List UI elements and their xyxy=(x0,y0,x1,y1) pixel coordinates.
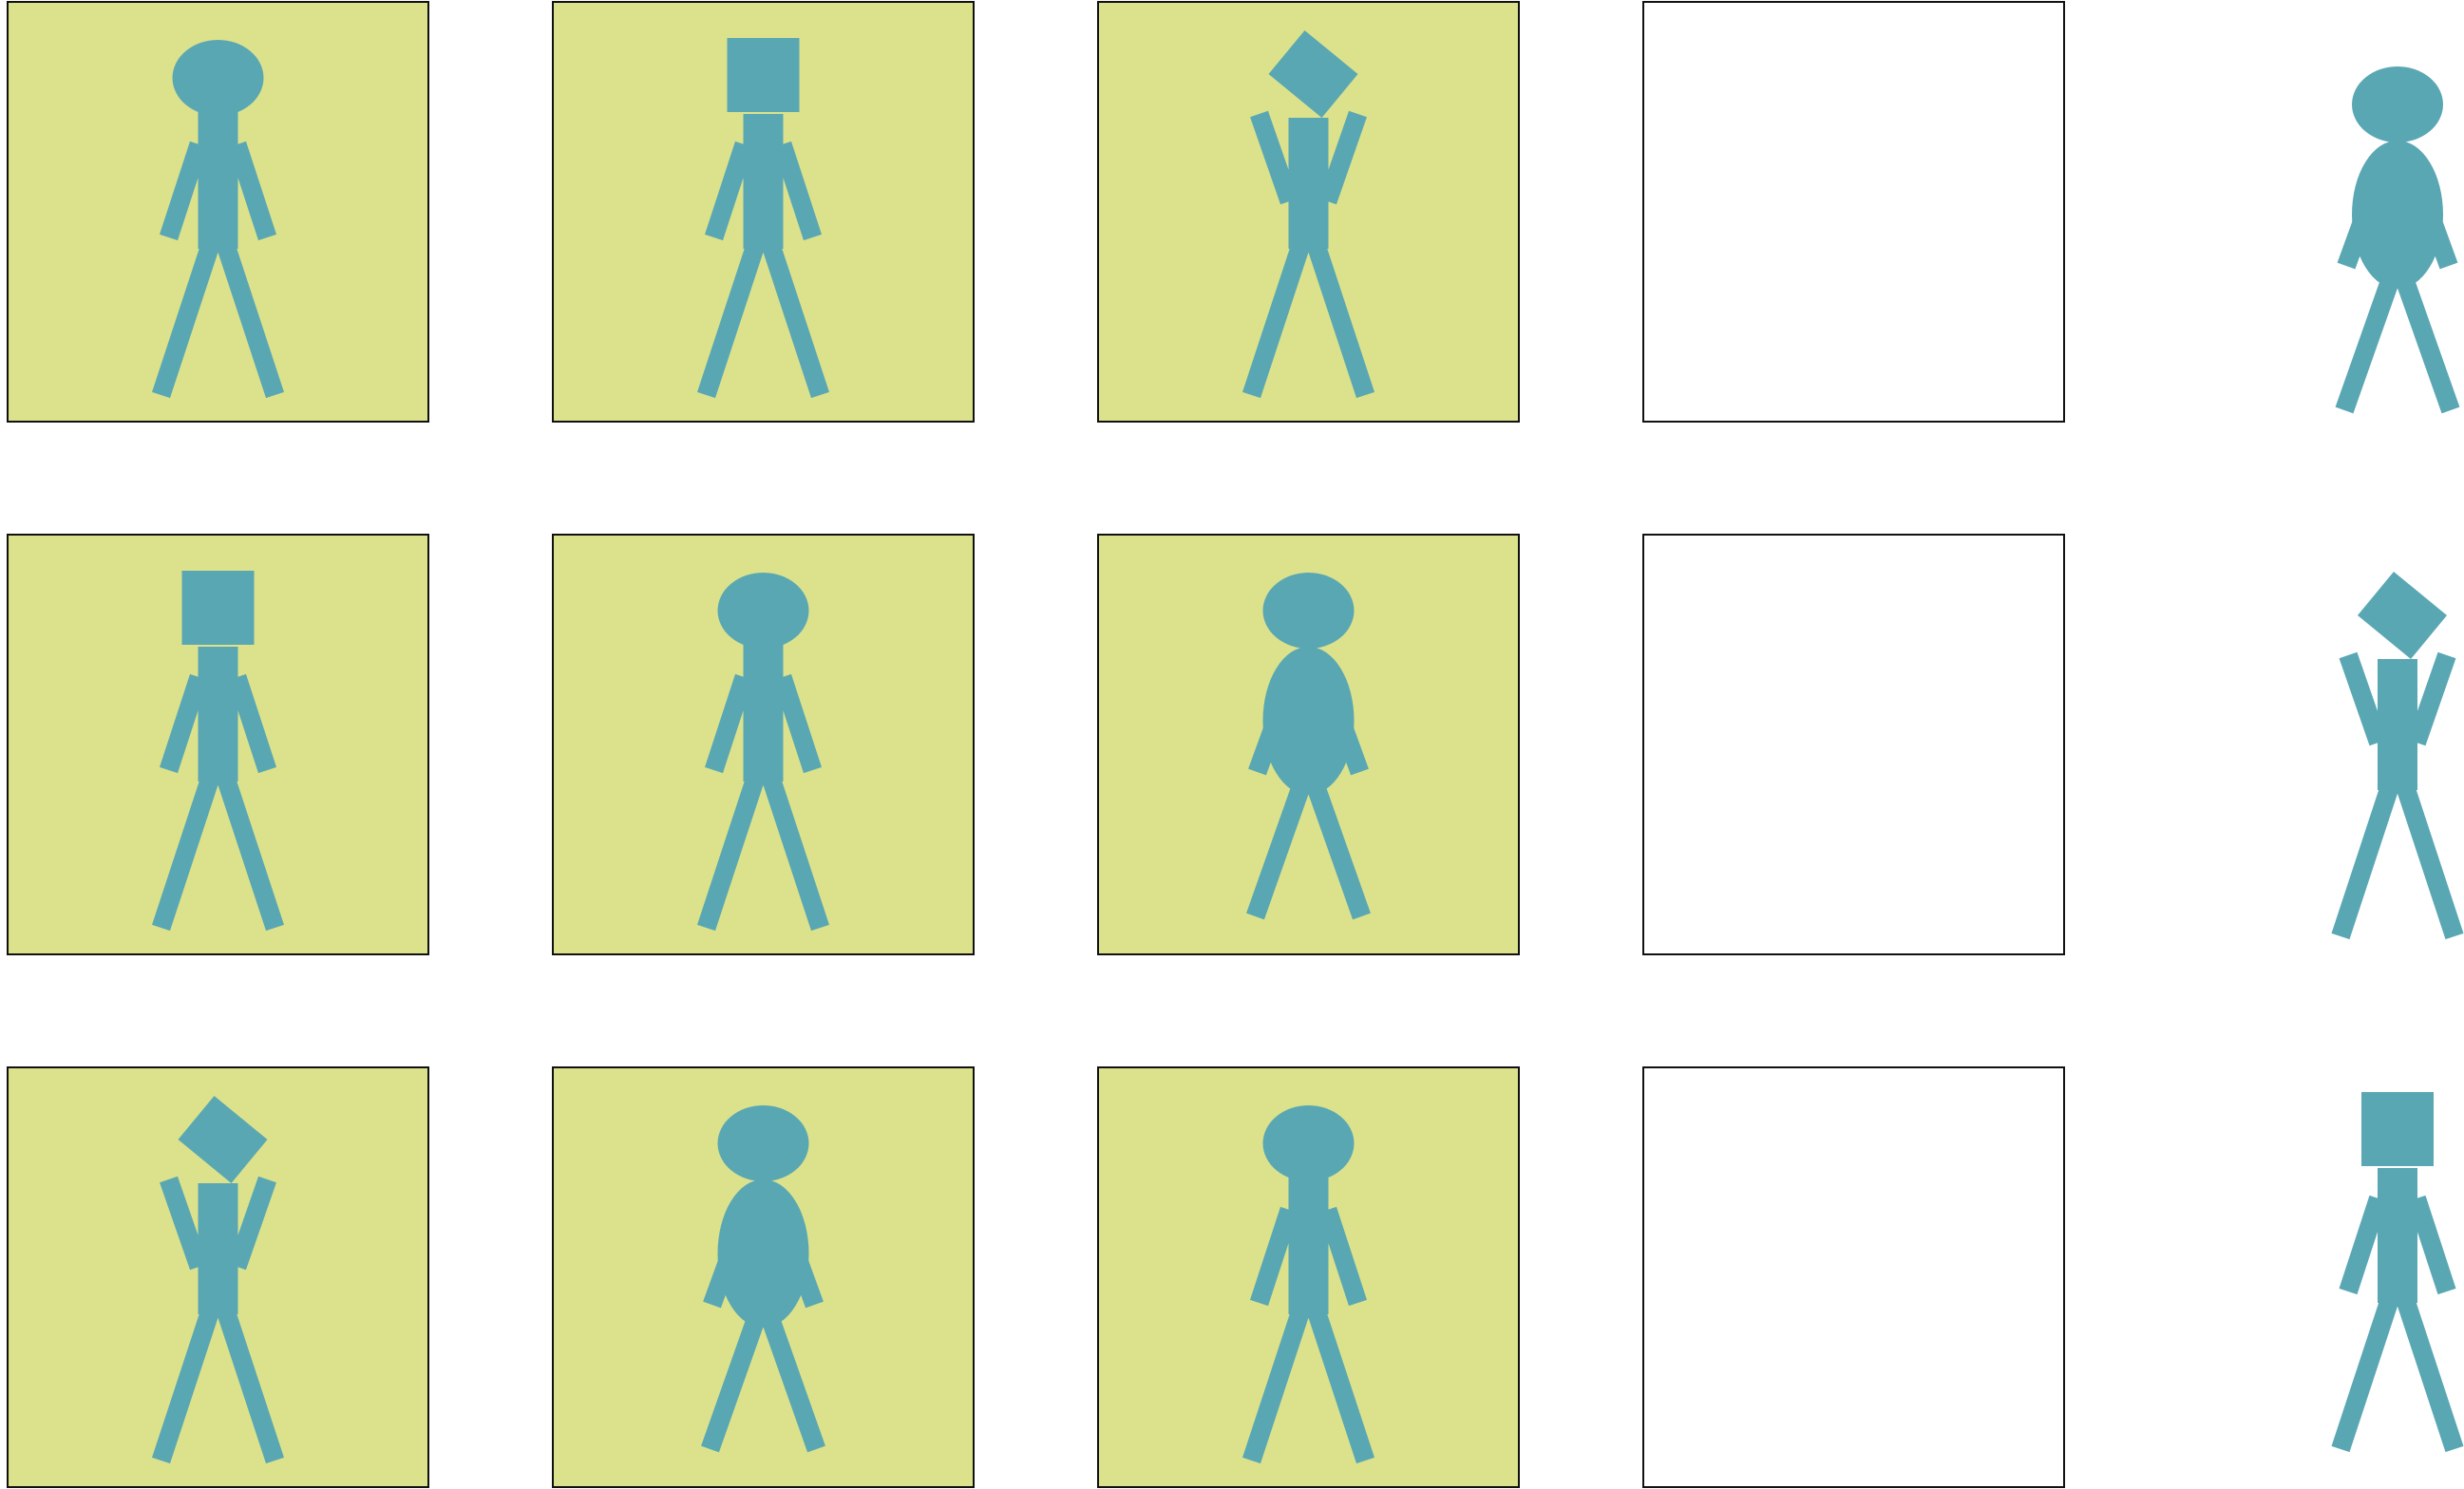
answer-option-1 xyxy=(2335,66,2460,414)
round-head-icon xyxy=(172,40,264,116)
right-arm-icon xyxy=(2424,220,2458,270)
grid-cell-r1-c4 xyxy=(1642,1,2065,423)
answer-option-2 xyxy=(2331,572,2464,940)
grid-cell-r1-c3 xyxy=(1097,1,1520,423)
grid-cell-r1-c2 xyxy=(552,1,975,423)
empty-answer-panel xyxy=(1642,1066,2065,1488)
left-leg-icon xyxy=(2331,1295,2399,1453)
grid-cell-r2-c2 xyxy=(552,534,975,955)
empty-answer-panel xyxy=(1642,534,2065,955)
square-head-icon xyxy=(2361,1092,2434,1166)
right-leg-icon xyxy=(2396,277,2460,414)
torso-icon xyxy=(198,647,238,782)
grid-cell-r1-c1 xyxy=(7,1,429,423)
torso-icon xyxy=(198,110,238,249)
left-leg-icon xyxy=(2335,277,2399,414)
right-leg-icon xyxy=(2396,1295,2464,1453)
grid-cell-r2-c3 xyxy=(1097,534,1520,955)
right-leg-icon xyxy=(2396,782,2464,940)
option-figure xyxy=(2331,572,2464,940)
round-head-icon xyxy=(1262,1105,1355,1181)
left-leg-icon xyxy=(2331,782,2399,940)
round-head-icon xyxy=(717,573,809,649)
torso-icon xyxy=(743,114,784,249)
round-head-icon xyxy=(717,1105,809,1181)
puzzle-diagram xyxy=(7,1,2464,1488)
puzzle-stage xyxy=(0,0,2464,1489)
grid-cell-r3-c1 xyxy=(7,1066,429,1488)
square-head-icon xyxy=(181,571,255,645)
option-figure xyxy=(2335,66,2460,414)
square-head-icon xyxy=(727,38,800,112)
torso-icon xyxy=(2378,1168,2417,1303)
oval-body-icon xyxy=(717,1179,809,1328)
torso-icon xyxy=(1288,1176,1329,1314)
empty-answer-panel xyxy=(1642,1,2065,423)
torso-icon xyxy=(2378,659,2417,790)
left-arm-icon xyxy=(2339,1195,2388,1295)
right-arm-icon xyxy=(2407,1195,2456,1295)
round-head-icon xyxy=(2352,66,2443,142)
right-arm-icon xyxy=(2407,651,2456,746)
torso-icon xyxy=(743,643,784,782)
left-arm-icon xyxy=(2339,651,2388,746)
grid-cell-r3-c2 xyxy=(552,1066,975,1488)
oval-body-icon xyxy=(2352,141,2443,289)
diamond-head-icon xyxy=(2358,572,2447,659)
oval-body-icon xyxy=(1262,647,1355,795)
left-arm-icon xyxy=(2337,220,2371,270)
grid-cell-r3-c3 xyxy=(1097,1066,1520,1488)
round-head-icon xyxy=(1262,573,1355,649)
grid-cell-r2-c4 xyxy=(1642,534,2065,955)
torso-icon xyxy=(198,1183,238,1314)
torso-icon xyxy=(1288,118,1329,249)
grid-cell-r2-c1 xyxy=(7,534,429,955)
answer-option-3 xyxy=(2331,1092,2464,1453)
grid-cell-r3-c4 xyxy=(1642,1066,2065,1488)
option-figure xyxy=(2331,1092,2464,1453)
